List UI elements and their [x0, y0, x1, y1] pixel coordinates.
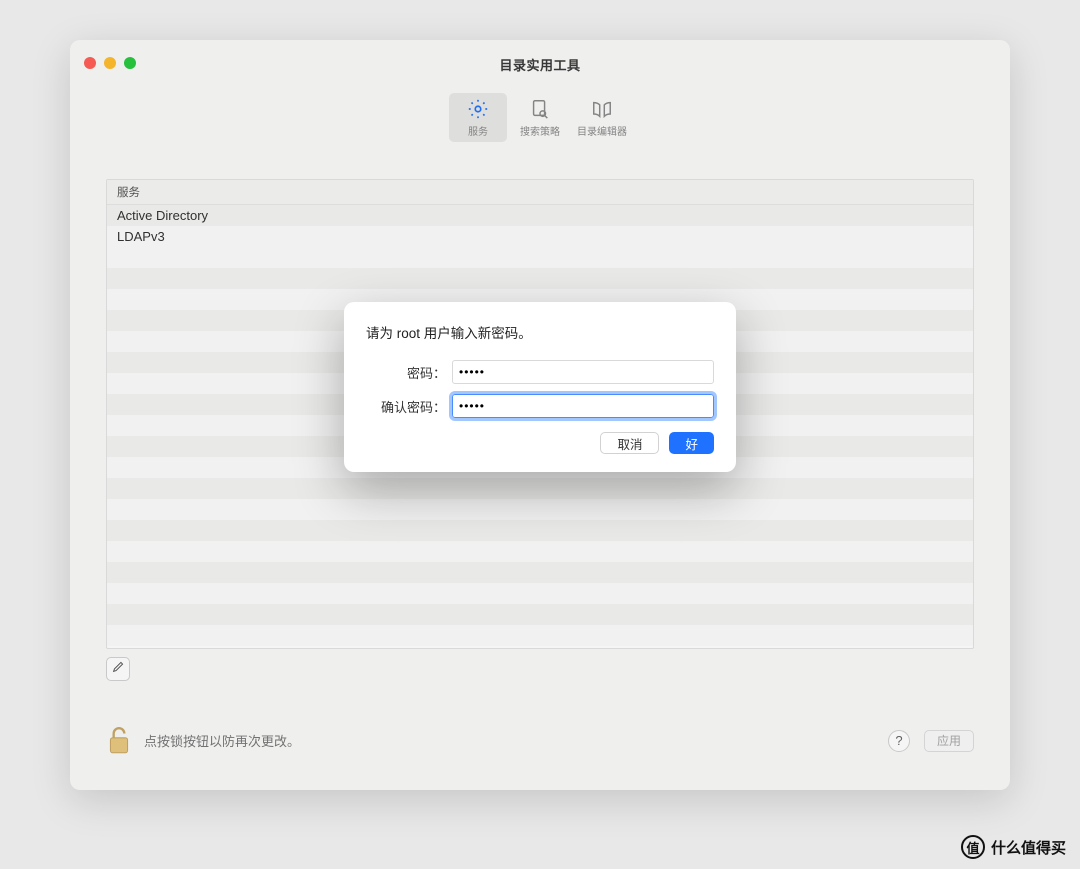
tab-label: 搜索策略 [520, 123, 560, 138]
book-icon [590, 97, 614, 121]
list-item[interactable]: Active Directory [107, 205, 973, 226]
dialog-title: 请为 root 用户输入新密码。 [366, 322, 714, 342]
help-button[interactable]: ? [888, 730, 910, 752]
ok-button[interactable]: 好 [669, 432, 714, 454]
watermark-text: 什么值得买 [991, 837, 1066, 858]
confirm-password-row: 确认密码： [366, 394, 714, 418]
close-window-button[interactable] [84, 57, 96, 69]
tab-label: 服务 [468, 123, 488, 138]
unlock-icon [106, 725, 132, 757]
pencil-icon [112, 660, 125, 678]
lock-area[interactable]: 点按锁按钮以防再次更改。 [106, 725, 300, 757]
footer: 点按锁按钮以防再次更改。 ? 应用 [106, 711, 974, 770]
toolbar: 服务 搜索策略 目录编辑器 [70, 89, 1010, 146]
password-dialog: 请为 root 用户输入新密码。 密码： 确认密码： 取消 好 [344, 302, 736, 472]
list-item[interactable]: LDAPv3 [107, 226, 973, 247]
window-controls [84, 57, 136, 69]
password-input[interactable] [452, 360, 714, 384]
confirm-password-label: 确认密码： [366, 397, 452, 416]
titlebar: 目录实用工具 [70, 40, 1010, 89]
gear-icon [466, 97, 490, 121]
tab-services[interactable]: 服务 [449, 93, 507, 142]
cancel-button[interactable]: 取消 [600, 432, 659, 454]
tab-label: 目录编辑器 [577, 123, 627, 138]
zoom-window-button[interactable] [124, 57, 136, 69]
watermark-badge: 值 [961, 835, 985, 859]
lock-hint-text: 点按锁按钮以防再次更改。 [144, 731, 300, 750]
document-search-icon [528, 97, 552, 121]
column-header-services[interactable]: 服务 [107, 180, 973, 205]
tab-search-policy[interactable]: 搜索策略 [511, 93, 569, 142]
edit-button[interactable] [106, 657, 130, 681]
password-label: 密码： [366, 363, 452, 382]
tab-directory-editor[interactable]: 目录编辑器 [573, 93, 631, 142]
confirm-password-input[interactable] [452, 394, 714, 418]
minimize-window-button[interactable] [104, 57, 116, 69]
window-title: 目录实用工具 [499, 55, 580, 74]
dialog-actions: 取消 好 [366, 432, 714, 454]
edit-bar [106, 657, 974, 681]
password-row: 密码： [366, 360, 714, 384]
watermark: 值 什么值得买 [961, 835, 1066, 859]
apply-button[interactable]: 应用 [924, 730, 974, 752]
